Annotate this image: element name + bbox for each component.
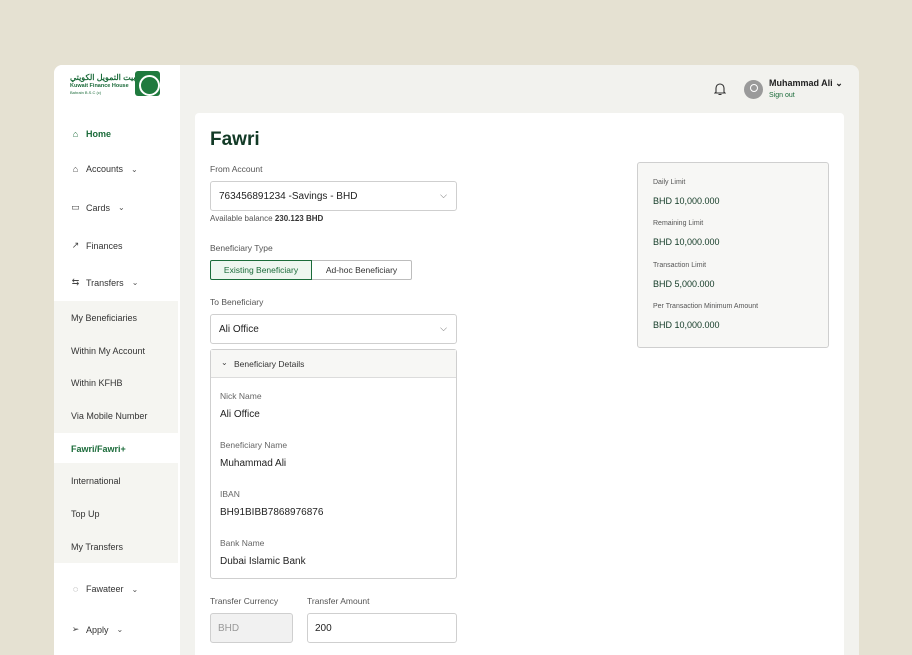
- nick-name-label: Nick Name: [220, 391, 262, 401]
- user-icon[interactable]: [744, 80, 763, 99]
- bell-icon[interactable]: [714, 82, 726, 96]
- submenu-via-mobile-number[interactable]: Via Mobile Number: [71, 411, 147, 421]
- trend-icon: ↗: [71, 240, 80, 250]
- chevron-down-icon: ⌵: [440, 323, 447, 333]
- nav-apply[interactable]: ➢ Apply ⌄: [71, 624, 124, 635]
- transaction-limit-label: Transaction Limit: [653, 262, 707, 269]
- to-beneficiary-value: Ali Office: [219, 324, 259, 335]
- logo-subtitle: Bahrain B.S.C (c): [70, 90, 102, 95]
- beneficiary-name-label: Beneficiary Name: [220, 440, 288, 450]
- submenu-within-my-account[interactable]: Within My Account: [71, 346, 145, 356]
- submenu-my-transfers[interactable]: My Transfers: [71, 542, 123, 552]
- nav-apply-label: Apply: [86, 624, 109, 635]
- transfers-submenu: [54, 301, 178, 563]
- transfer-currency-value: BHD: [218, 623, 240, 634]
- beneficiary-name-value: Muhammad Ali: [220, 458, 287, 469]
- beneficiary-details-header[interactable]: ⌄ Beneficiary Details: [211, 350, 456, 378]
- nav-home[interactable]: ⌂ Home: [71, 129, 111, 139]
- min-amount-value: BHD 10,000.000: [653, 320, 720, 330]
- send-icon: ➢: [71, 624, 80, 634]
- chevron-down-icon: ⌄: [835, 78, 843, 88]
- chevron-down-icon: ⌄: [131, 584, 139, 594]
- card-icon: ▭: [71, 202, 80, 212]
- transfer-amount-input[interactable]: 200: [307, 613, 457, 643]
- logo-arabic: بيت التمويل الكويتي: [70, 73, 136, 82]
- nav-home-label: Home: [86, 129, 112, 139]
- logo-english: Kuwait Finance House: [70, 83, 129, 89]
- remaining-limit-value: BHD 10,000.000: [653, 237, 720, 247]
- beneficiary-details-title: Beneficiary Details: [234, 359, 305, 369]
- kfh-logo[interactable]: بيت التمويل الكويتي Kuwait Finance House…: [70, 71, 162, 99]
- available-balance: Available balance 230.123 BHD: [210, 214, 323, 223]
- adhoc-beneficiary-toggle[interactable]: Ad-hoc Beneficiary: [312, 260, 412, 280]
- chevron-down-icon: ⌄: [118, 203, 125, 212]
- sidebar: بيت التمويل الكويتي Kuwait Finance House…: [54, 65, 180, 655]
- chevron-down-icon: ⌄: [116, 625, 124, 634]
- bank-name-label: Bank Name: [220, 538, 265, 548]
- chevron-down-icon: ⌄: [131, 164, 138, 174]
- main-content: Fawri From Account 763456891234 -Savings…: [195, 113, 844, 655]
- iban-label: IBAN: [220, 489, 240, 499]
- chevron-down-icon: ⌄: [131, 278, 139, 287]
- chevron-down-icon: ⌵: [440, 190, 447, 200]
- user-menu[interactable]: Muhammad Ali ⌄: [769, 78, 843, 89]
- page-title: Fawri: [210, 129, 260, 150]
- submenu-top-up[interactable]: Top Up: [71, 509, 100, 519]
- submenu-my-beneficiaries[interactable]: My Beneficiaries: [71, 313, 137, 323]
- app-window: بيت التمويل الكويتي Kuwait Finance House…: [54, 65, 859, 655]
- iban-value: BH91BIBB7868976876: [220, 507, 324, 518]
- bank-name-value: Dubai Islamic Bank: [220, 556, 306, 567]
- submenu-international[interactable]: International: [71, 476, 121, 486]
- logo-emblem-icon: [135, 71, 160, 96]
- nav-finances-label: Finances: [86, 240, 123, 251]
- submenu-within-kfhb[interactable]: Within KFHB: [71, 378, 123, 388]
- submenu-fawri[interactable]: Fawri/Fawri+: [71, 444, 126, 454]
- nav-cards-label: Cards: [86, 202, 111, 213]
- limits-panel: Daily Limit BHD 10,000.000 Remaining Lim…: [637, 162, 829, 348]
- home-icon: ⌂: [72, 129, 79, 139]
- user-name: Muhammad Ali: [769, 78, 833, 88]
- nav-cards[interactable]: ▭ Cards ⌄: [71, 202, 125, 213]
- existing-beneficiary-toggle[interactable]: Existing Beneficiary: [210, 260, 312, 280]
- nav-transfers[interactable]: ⇆ Transfers ⌄: [71, 277, 139, 288]
- bank-icon: ⌂: [72, 164, 79, 174]
- from-account-value: 763456891234 -Savings - BHD: [219, 191, 358, 202]
- nav-fawateer[interactable]: ◌ Fawateer ⌄: [71, 584, 138, 594]
- transaction-limit-value: BHD 5,000.000: [653, 279, 715, 289]
- transfer-amount-label: Transfer Amount: [307, 596, 370, 606]
- from-account-label: From Account: [210, 164, 263, 174]
- nick-name-value: Ali Office: [220, 409, 260, 420]
- balance-prefix: Available balance: [210, 214, 273, 223]
- bill-icon: ◌: [72, 584, 79, 594]
- nav-accounts-label: Accounts: [86, 164, 124, 174]
- beneficiary-details-panel: ⌄ Beneficiary Details Nick Name Ali Offi…: [210, 349, 457, 579]
- remaining-limit-label: Remaining Limit: [653, 220, 704, 227]
- to-beneficiary-label: To Beneficiary: [210, 297, 264, 307]
- beneficiary-type-label: Beneficiary Type: [210, 243, 273, 253]
- nav-accounts[interactable]: ⌂ Accounts ⌄: [71, 164, 138, 174]
- transfer-currency-field: BHD: [210, 613, 293, 643]
- daily-limit-value: BHD 10,000.000: [653, 196, 720, 206]
- transfer-icon: ⇆: [71, 277, 80, 287]
- nav-transfers-label: Transfers: [86, 277, 124, 288]
- nav-finances[interactable]: ↗ Finances: [71, 240, 123, 251]
- nav-fawateer-label: Fawateer: [86, 584, 124, 594]
- daily-limit-label: Daily Limit: [653, 179, 686, 186]
- balance-value: 230.123 BHD: [274, 214, 324, 223]
- to-beneficiary-select[interactable]: Ali Office ⌵: [210, 314, 457, 344]
- chevron-down-icon: ⌄: [221, 358, 228, 367]
- sign-out-link[interactable]: Sign out: [769, 92, 795, 99]
- from-account-select[interactable]: 763456891234 -Savings - BHD ⌵: [210, 181, 457, 211]
- transfer-currency-label: Transfer Currency: [210, 596, 279, 606]
- transfer-amount-value: 200: [315, 623, 332, 634]
- min-amount-label: Per Transaction Minimum Amount: [653, 303, 759, 310]
